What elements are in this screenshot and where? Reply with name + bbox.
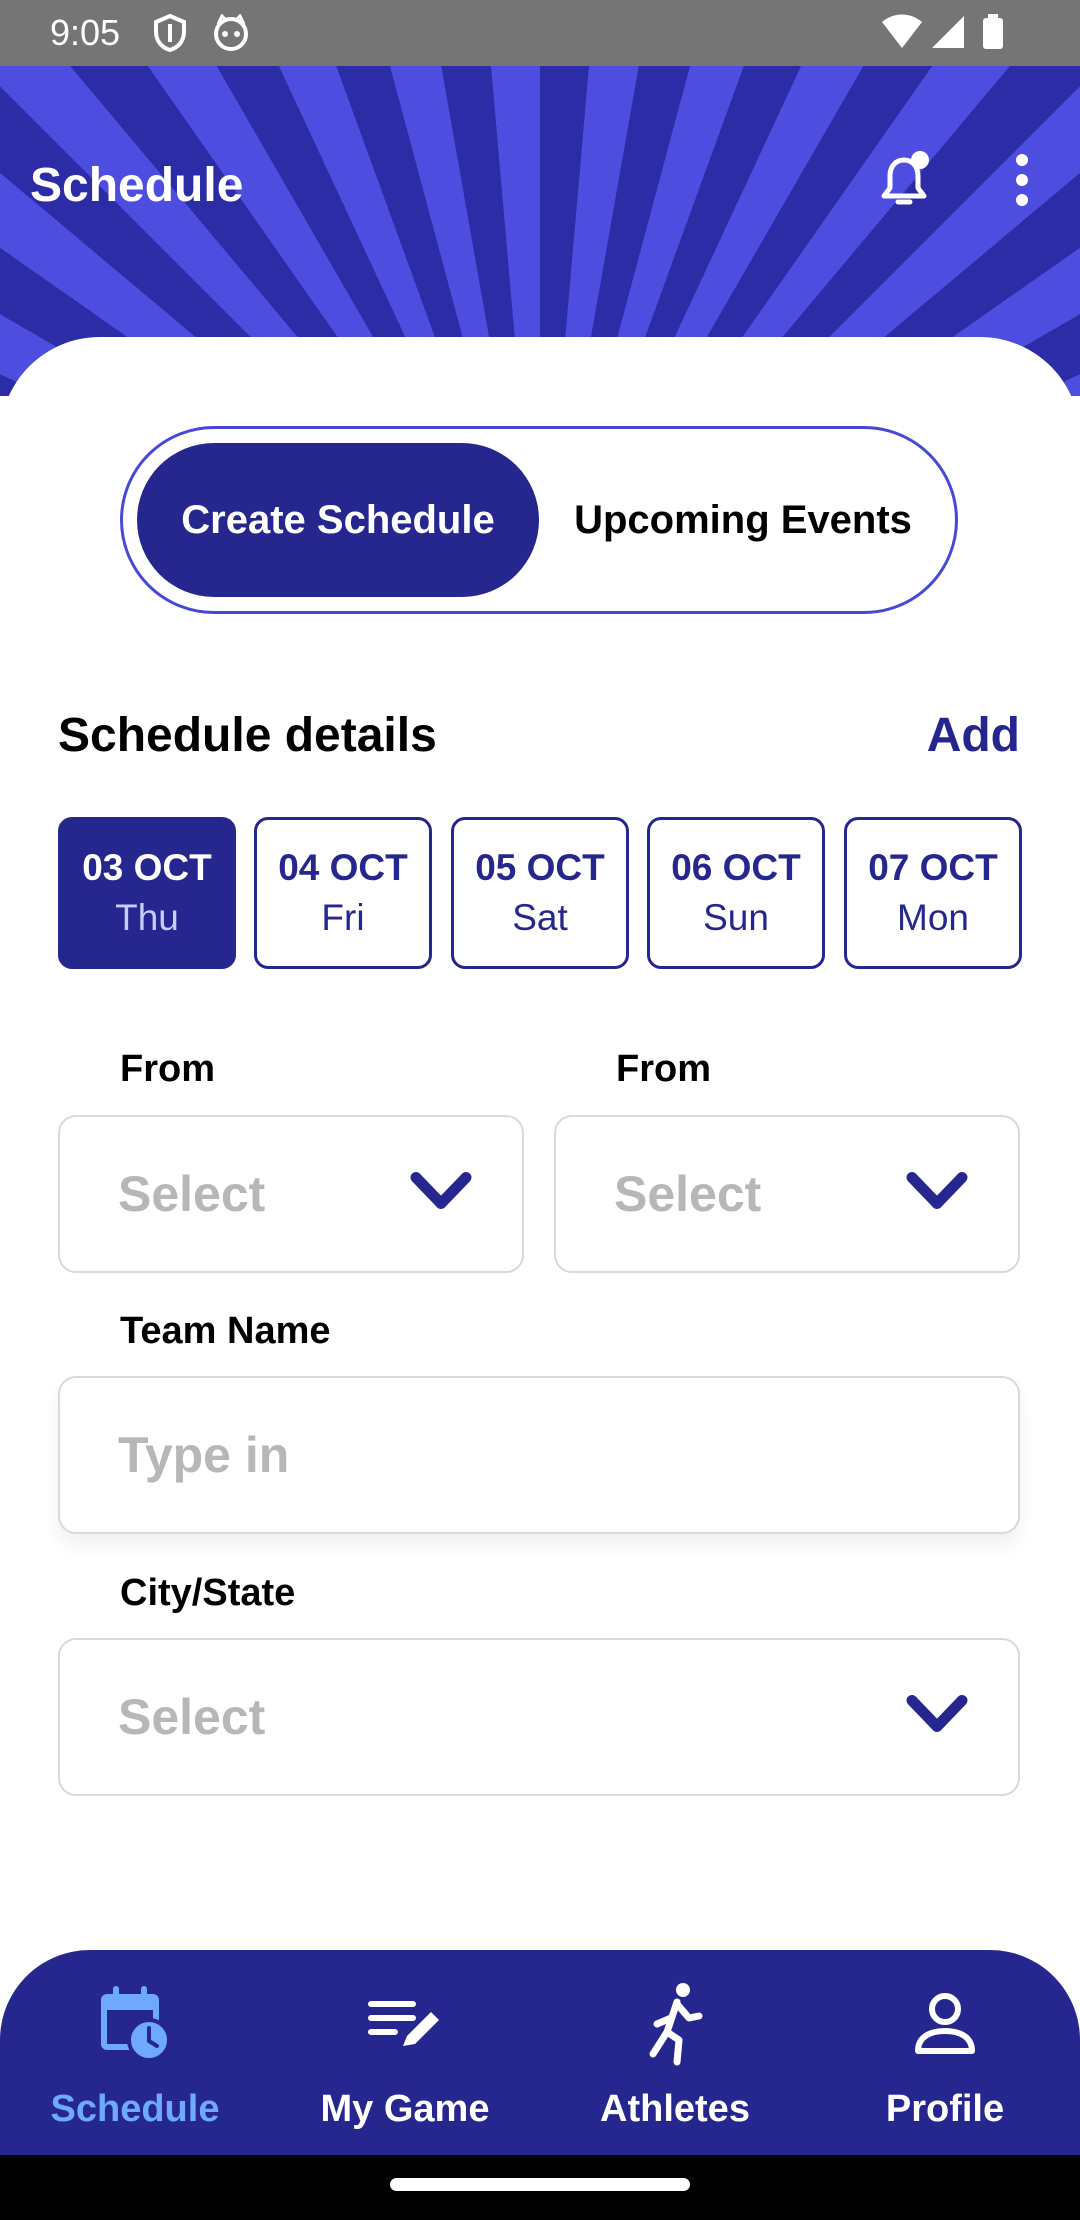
from-right-select[interactable]: Select	[554, 1115, 1020, 1273]
more-options-button[interactable]	[982, 142, 1062, 222]
chevron-down-icon	[410, 1172, 472, 1217]
from-right-label: From	[616, 1048, 711, 1090]
upcoming-events-tab[interactable]: Upcoming Events	[543, 443, 943, 597]
nav-label: Athletes	[600, 2088, 750, 2130]
page-title: Schedule	[30, 159, 244, 212]
date-chip-weekday: Fri	[321, 897, 365, 938]
bottom-navigation: Schedule My Game Athletes Profile	[0, 1950, 1080, 2155]
more-vert-icon	[1015, 153, 1029, 212]
date-chip-03-oct[interactable]: 03 OCT Thu	[58, 817, 236, 969]
date-chip-day: 06 OCT	[671, 847, 801, 888]
add-button[interactable]: Add	[927, 708, 1020, 763]
schedule-details-title: Schedule details	[58, 709, 437, 762]
cat-icon	[212, 13, 250, 57]
calendar-clock-icon	[93, 1982, 177, 2066]
team-name-label: Team Name	[120, 1310, 331, 1352]
chevron-down-icon	[906, 1695, 968, 1740]
from-left-label: From	[120, 1048, 215, 1090]
signal-icon	[930, 14, 966, 55]
nav-my-game[interactable]: My Game	[270, 1950, 540, 2155]
nav-label: Profile	[885, 2088, 1005, 2130]
create-schedule-tab[interactable]: Create Schedule	[137, 443, 539, 597]
chevron-down-icon	[906, 1172, 968, 1217]
date-chip-weekday: Thu	[115, 897, 179, 938]
wifi-icon	[880, 14, 924, 55]
nav-athletes[interactable]: Athletes	[540, 1950, 810, 2155]
battery-icon	[982, 14, 1004, 55]
city-state-select[interactable]: Select	[58, 1638, 1020, 1796]
date-chip-weekday: Sun	[703, 897, 769, 938]
date-chip-06-oct[interactable]: 06 OCT Sun	[647, 817, 825, 969]
date-chip-07-oct[interactable]: 07 OCT Mon	[844, 817, 1022, 969]
team-name-placeholder: Type in	[118, 1427, 290, 1483]
city-state-label: City/State	[120, 1572, 296, 1614]
date-chip-weekday: Sat	[512, 897, 568, 938]
schedule-mode-toggle: Create Schedule Upcoming Events	[120, 426, 958, 614]
city-state-select-value: Select	[118, 1689, 266, 1745]
date-chip-weekday: Mon	[897, 897, 969, 938]
status-time: 9:05	[50, 12, 121, 53]
nav-label: Schedule	[50, 2088, 220, 2130]
person-icon	[903, 1982, 987, 2066]
date-chip-day: 03 OCT	[82, 847, 212, 888]
running-person-icon	[633, 1982, 717, 2066]
date-chip-04-oct[interactable]: 04 OCT Fri	[254, 817, 432, 969]
from-right-select-value: Select	[614, 1166, 762, 1222]
date-chip-05-oct[interactable]: 05 OCT Sat	[451, 817, 629, 969]
nav-schedule[interactable]: Schedule	[0, 1950, 270, 2155]
nav-label: My Game	[320, 2088, 490, 2130]
status-bar: 9:05	[0, 0, 1080, 66]
home-gesture-handle[interactable]	[390, 2178, 690, 2191]
team-name-input[interactable]: Type in	[58, 1376, 1020, 1534]
date-chip-day: 05 OCT	[475, 847, 605, 888]
edit-list-icon	[363, 1982, 447, 2066]
notification-bell-button[interactable]	[864, 142, 944, 222]
bell-icon	[874, 148, 934, 217]
date-chip-day: 04 OCT	[278, 847, 408, 888]
nav-profile[interactable]: Profile	[810, 1950, 1080, 2155]
date-chip-day: 07 OCT	[868, 847, 998, 888]
from-left-select[interactable]: Select	[58, 1115, 524, 1273]
shield-icon	[152, 13, 188, 57]
from-left-select-value: Select	[118, 1166, 266, 1222]
